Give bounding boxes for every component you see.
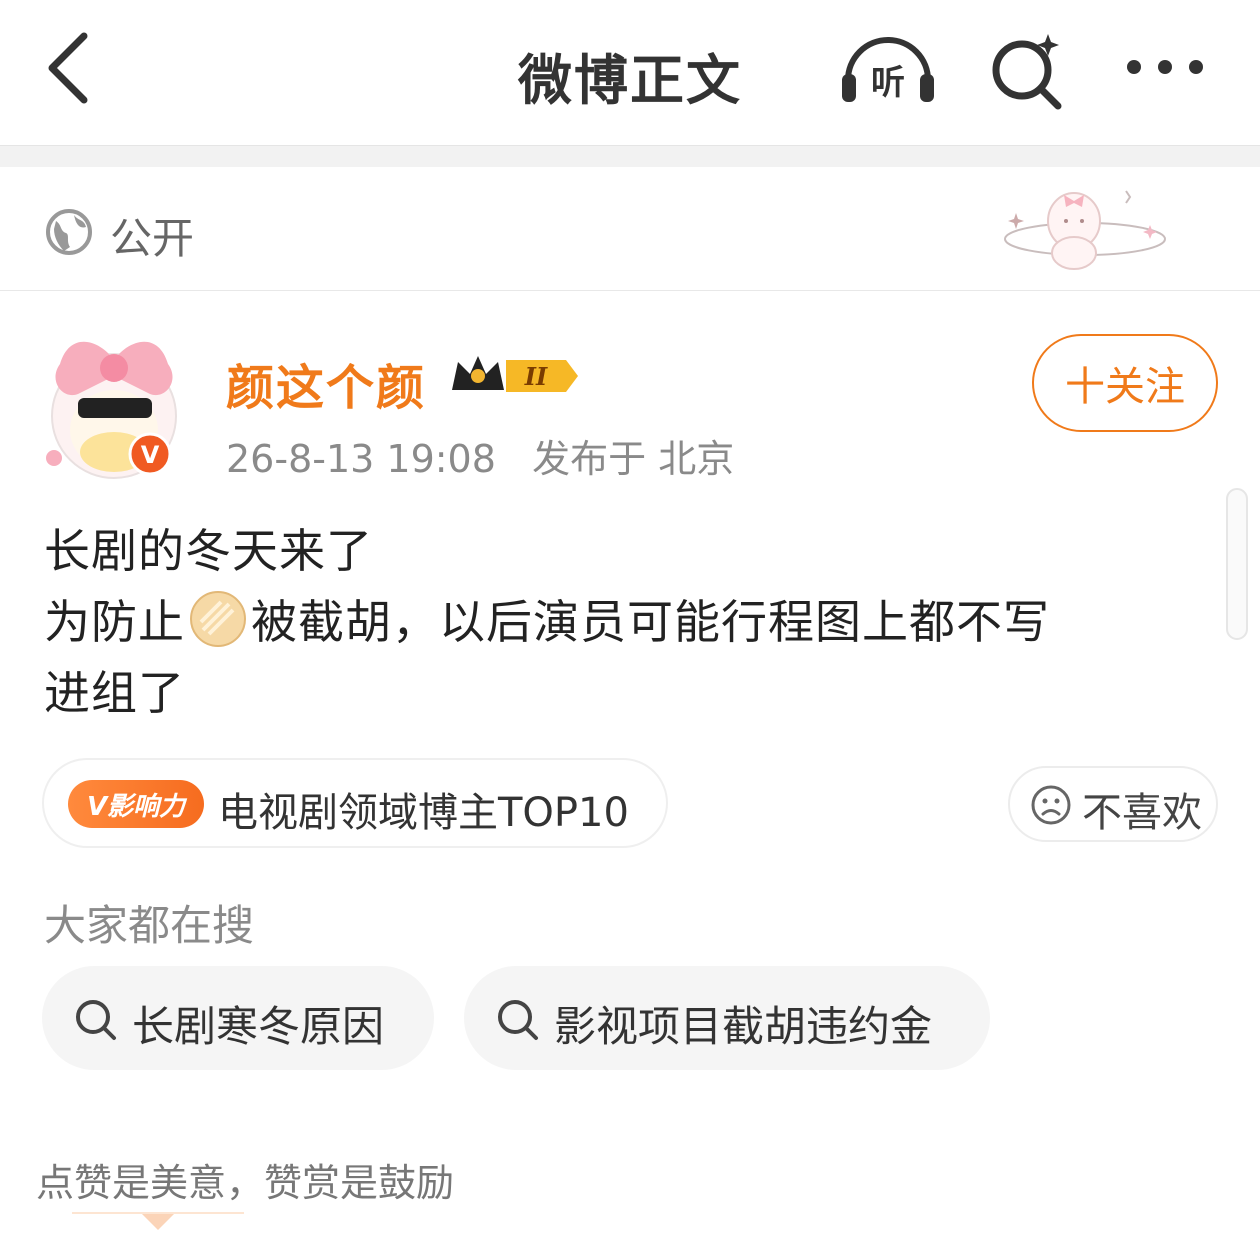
visibility-row: 公开 — [0, 167, 1260, 291]
search-chip[interactable]: 长剧寒冬原因 — [42, 966, 434, 1070]
scrollbar[interactable] — [1226, 488, 1248, 640]
decorative-bunny-sticker — [1004, 190, 1166, 270]
search-chip-label: 影视项目截胡违约金 — [554, 1002, 933, 1051]
listen-icon-text: 听 — [871, 63, 905, 103]
author-avatar[interactable]: V — [30, 320, 200, 480]
sad-face-icon — [1031, 785, 1071, 825]
search-chip[interactable]: 影视项目截胡违约金 — [464, 966, 990, 1070]
influence-badge: V影响力 — [68, 780, 204, 828]
search-chip-label: 长剧寒冬原因 — [132, 1002, 385, 1051]
post-line-2-end: 被截胡，以后演员可能行程图上都不写 — [251, 595, 1050, 649]
more-options-icon[interactable] — [1120, 50, 1210, 84]
follow-button[interactable]: 十关注 — [1032, 334, 1218, 432]
reward-pointer-icon — [142, 1214, 174, 1230]
top-navigation-bar: 微博正文 听 — [0, 0, 1260, 145]
reward-note: 点赞是美意，赞赏是鼓励 — [36, 1161, 455, 1205]
post-time: 26-8-13 19:08 — [226, 437, 496, 481]
search-section-title: 大家都在搜 — [44, 901, 255, 950]
vip-crown-badge: II — [452, 356, 578, 392]
dislike-label: 不喜欢 — [1082, 790, 1202, 836]
post-content: 长剧的冬天来了 为防止 被截胡，以后演员可能行程图上都不写 进组了 — [44, 516, 1224, 729]
post-line-3: 进组了 — [44, 666, 185, 720]
search-icon[interactable] — [988, 30, 1068, 110]
vip-level: II — [524, 362, 548, 391]
visibility-label: 公开 — [110, 214, 195, 263]
influence-text: 电视剧领域博主TOP10 — [218, 790, 629, 836]
influence-tag[interactable]: V影响力 电视剧领域博主TOP10 — [42, 758, 668, 848]
verified-mark: V — [141, 441, 160, 469]
page-title: 微博正文 — [518, 49, 742, 112]
search-icon — [76, 1000, 116, 1040]
section-divider — [0, 145, 1260, 167]
biscuit-emoji-icon — [190, 591, 246, 647]
dislike-button[interactable]: 不喜欢 — [1008, 766, 1218, 842]
search-icon — [498, 1000, 538, 1040]
listen-icon[interactable]: 听 — [838, 32, 938, 108]
globe-icon — [46, 209, 92, 255]
post-location: 发布于 北京 — [532, 437, 735, 481]
post-line-2: 为防止 被截胡，以后演员可能行程图上都不写 — [44, 587, 1224, 658]
post-line-2-start: 为防止 — [44, 595, 185, 649]
author-name[interactable]: 颜这个颜 — [226, 348, 426, 418]
post-line-1: 长剧的冬天来了 — [44, 524, 373, 578]
post-meta: 26-8-13 19:08 发布于 北京 — [226, 428, 734, 483]
